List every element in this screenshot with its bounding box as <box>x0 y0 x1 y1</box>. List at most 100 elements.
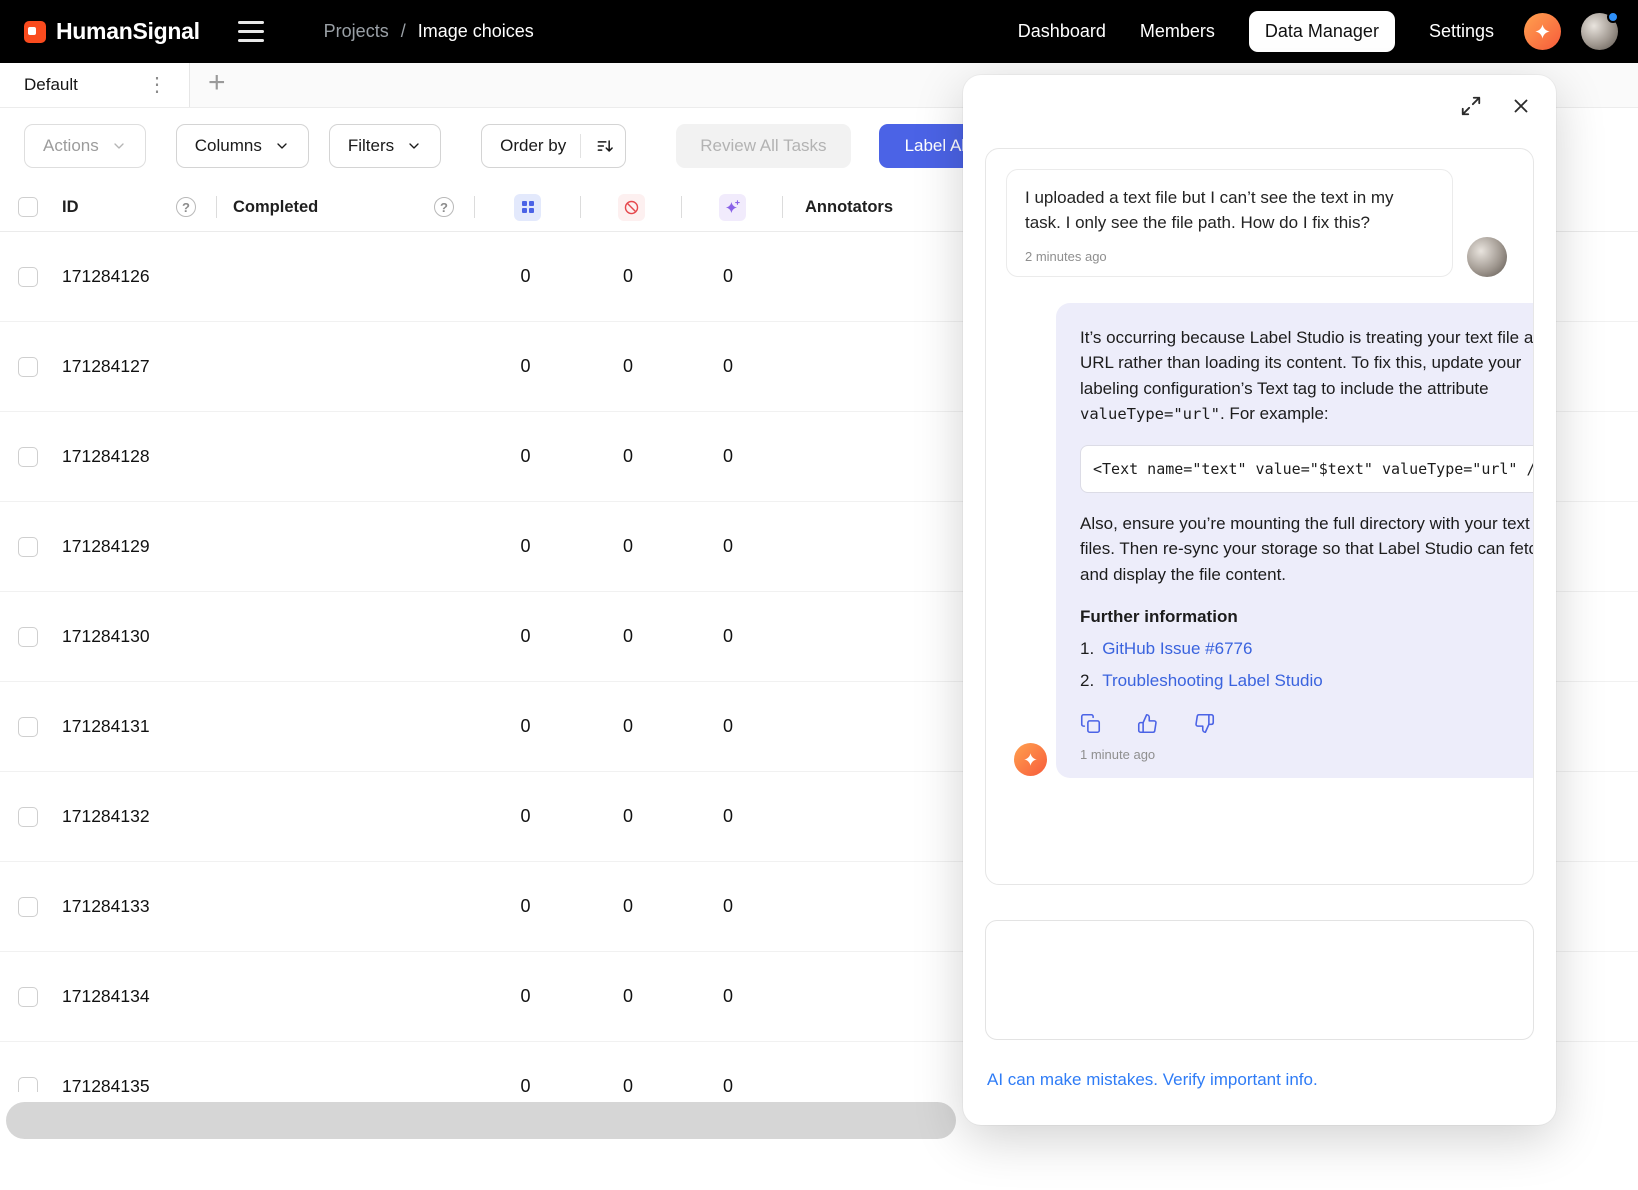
filters-label: Filters <box>348 136 394 156</box>
add-tab-button[interactable]: + <box>190 63 226 107</box>
row-checkbox[interactable] <box>18 807 38 827</box>
nav-members[interactable]: Members <box>1140 21 1215 42</box>
tab-label: Default <box>24 75 78 95</box>
row-predictions-count: 0 <box>723 356 733 377</box>
tab-default[interactable]: Default ⋮ <box>0 63 190 107</box>
annotations-icon <box>514 194 541 221</box>
reference-item: 1. GitHub Issue #6776 <box>1080 639 1534 659</box>
reference-link[interactable]: Troubleshooting Label Studio <box>1102 671 1323 691</box>
row-predictions-count: 0 <box>723 986 733 1007</box>
row-cancelled-count: 0 <box>623 716 633 737</box>
header-predictions[interactable] <box>682 194 782 221</box>
row-annotations-count: 0 <box>520 986 530 1007</box>
columns-button[interactable]: Columns <box>176 124 309 168</box>
row-cancelled-count: 0 <box>623 806 633 827</box>
nav-settings[interactable]: Settings <box>1429 21 1494 42</box>
header-id-label: ID <box>62 198 79 217</box>
filters-button[interactable]: Filters <box>329 124 441 168</box>
reference-number: 1. <box>1080 639 1094 659</box>
horizontal-scrollbar[interactable] <box>6 1102 956 1139</box>
row-checkbox[interactable] <box>18 987 38 1007</box>
ai-intro-text: It’s occurring because Label Studio is t… <box>1080 328 1534 398</box>
row-checkbox[interactable] <box>18 897 38 917</box>
hamburger-menu-icon[interactable] <box>234 17 268 46</box>
breadcrumb-current-project: Image choices <box>418 21 534 42</box>
row-cancelled-count: 0 <box>623 1076 633 1092</box>
row-id: 171284126 <box>62 266 150 287</box>
row-predictions-count: 0 <box>723 446 733 467</box>
row-annotations-count: 0 <box>520 356 530 377</box>
ai-message-row: It’s occurring because Label Studio is t… <box>1014 303 1513 779</box>
copy-icon[interactable] <box>1080 713 1101 734</box>
help-icon[interactable]: ? <box>176 197 196 217</box>
tab-kebab-menu-icon[interactable]: ⋮ <box>141 73 173 97</box>
review-all-tasks-button[interactable]: Review All Tasks <box>676 124 850 168</box>
reference-link[interactable]: GitHub Issue #6776 <box>1102 639 1252 659</box>
row-cancelled-count: 0 <box>623 896 633 917</box>
thumbs-up-icon[interactable] <box>1137 713 1158 734</box>
chevron-down-icon <box>406 138 422 154</box>
help-icon[interactable]: ? <box>434 197 454 217</box>
row-annotations-count: 0 <box>520 536 530 557</box>
reference-item: 2. Troubleshooting Label Studio <box>1080 671 1534 691</box>
row-checkbox[interactable] <box>18 447 38 467</box>
row-annotations-count: 0 <box>520 626 530 647</box>
row-checkbox[interactable] <box>18 1077 38 1093</box>
row-checkbox[interactable] <box>18 357 38 377</box>
thumbs-down-icon[interactable] <box>1194 713 1215 734</box>
row-annotations-count: 0 <box>520 896 530 917</box>
user-avatar[interactable] <box>1581 13 1618 50</box>
row-predictions-count: 0 <box>723 266 733 287</box>
order-by-label: Order by <box>500 136 566 156</box>
breadcrumb-projects[interactable]: Projects <box>324 21 389 42</box>
ai-assistant-button[interactable] <box>1524 13 1561 50</box>
row-checkbox[interactable] <box>18 267 38 287</box>
review-all-tasks-label: Review All Tasks <box>700 136 826 156</box>
row-id: 171284133 <box>62 896 150 917</box>
topbar: HumanSignal Projects / Image choices Das… <box>0 0 1638 63</box>
row-predictions-count: 0 <box>723 626 733 647</box>
topbar-avatars <box>1524 13 1618 50</box>
close-icon[interactable] <box>1510 95 1532 117</box>
reference-list: 1. GitHub Issue #6776 2. Troubleshooting… <box>1080 639 1534 691</box>
actions-button[interactable]: Actions <box>24 124 146 168</box>
row-checkbox[interactable] <box>18 627 38 647</box>
row-predictions-count: 0 <box>723 896 733 917</box>
app-window: HumanSignal Projects / Image choices Das… <box>0 0 1638 1190</box>
row-cancelled-count: 0 <box>623 266 633 287</box>
header-cancelled[interactable] <box>581 194 681 221</box>
row-predictions-count: 0 <box>723 536 733 557</box>
chevron-down-icon <box>274 138 290 154</box>
brand-name: HumanSignal <box>56 18 200 45</box>
header-completed[interactable]: Completed ? <box>217 197 474 217</box>
code-block[interactable]: <Text name="text" value="$text" valueTyp… <box>1080 445 1534 493</box>
expand-icon[interactable] <box>1460 95 1482 117</box>
actions-label: Actions <box>43 136 99 156</box>
ai-intro-text-after: . For example: <box>1220 404 1329 423</box>
order-by-button[interactable]: Order by <box>481 124 626 168</box>
header-annotations[interactable] <box>475 194 580 221</box>
brand[interactable]: HumanSignal <box>24 18 200 45</box>
user-message-bubble: I uploaded a text file but I can’t see t… <box>1006 169 1453 277</box>
ai-disclaimer-link[interactable]: AI can make mistakes. Verify important i… <box>987 1070 1318 1090</box>
panel-actions <box>1460 95 1532 117</box>
row-cancelled-count: 0 <box>623 986 633 1007</box>
inline-code: valueType="url" <box>1080 405 1220 423</box>
chat-input[interactable] <box>985 920 1534 1040</box>
conversation-area: I uploaded a text file but I can’t see t… <box>985 148 1534 885</box>
top-navigation: Dashboard Members Data Manager Settings <box>1018 11 1494 52</box>
header-id[interactable]: ID ? <box>56 197 216 217</box>
sort-icon <box>595 136 615 156</box>
nav-data-manager[interactable]: Data Manager <box>1249 11 1395 52</box>
nav-dashboard[interactable]: Dashboard <box>1018 21 1106 42</box>
select-all-checkbox[interactable] <box>18 197 38 217</box>
row-id: 171284134 <box>62 986 150 1007</box>
row-id: 171284128 <box>62 446 150 467</box>
row-checkbox[interactable] <box>18 537 38 557</box>
row-checkbox[interactable] <box>18 717 38 737</box>
row-id: 171284127 <box>62 356 150 377</box>
ai-message-bubble: It’s occurring because Label Studio is t… <box>1056 303 1534 779</box>
row-annotations-count: 0 <box>520 266 530 287</box>
row-annotations-count: 0 <box>520 716 530 737</box>
row-predictions-count: 0 <box>723 716 733 737</box>
